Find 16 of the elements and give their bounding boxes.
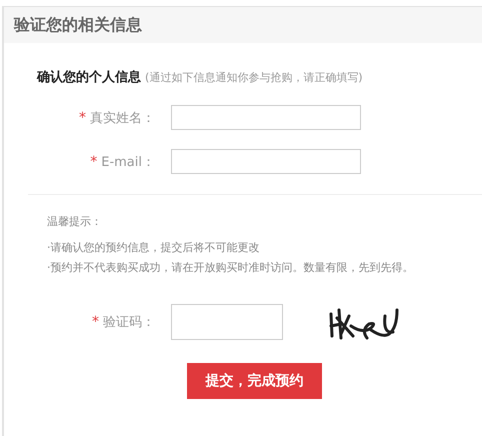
required-mark: * <box>90 154 98 170</box>
tips-title: 温馨提示： <box>47 214 103 230</box>
captcha-field[interactable] <box>171 304 283 340</box>
required-mark: * <box>79 110 86 126</box>
field-label: 真实姓名： <box>90 110 155 126</box>
input-field[interactable] <box>171 105 361 130</box>
section-note: (通过如下信息通知你参与抢购，请正确填写) <box>145 70 363 85</box>
tip-text: ·请确认您的预约信息，提交后将不可能更改 <box>47 240 260 256</box>
tip-text: ·预约并不代表购买成功，请在开放购买时准时访问。数量有限，先到先得。 <box>47 260 414 276</box>
required-mark: * <box>92 314 99 330</box>
submit-button[interactable]: 提交，完成预约 <box>187 363 322 399</box>
input-field[interactable] <box>171 149 361 174</box>
field-label: E-mail： <box>101 154 155 170</box>
panel-title: 验证您的相关信息 <box>14 14 142 36</box>
field-label: 验证码： <box>103 314 155 331</box>
section-title: 确认您的个人信息 <box>37 69 141 86</box>
